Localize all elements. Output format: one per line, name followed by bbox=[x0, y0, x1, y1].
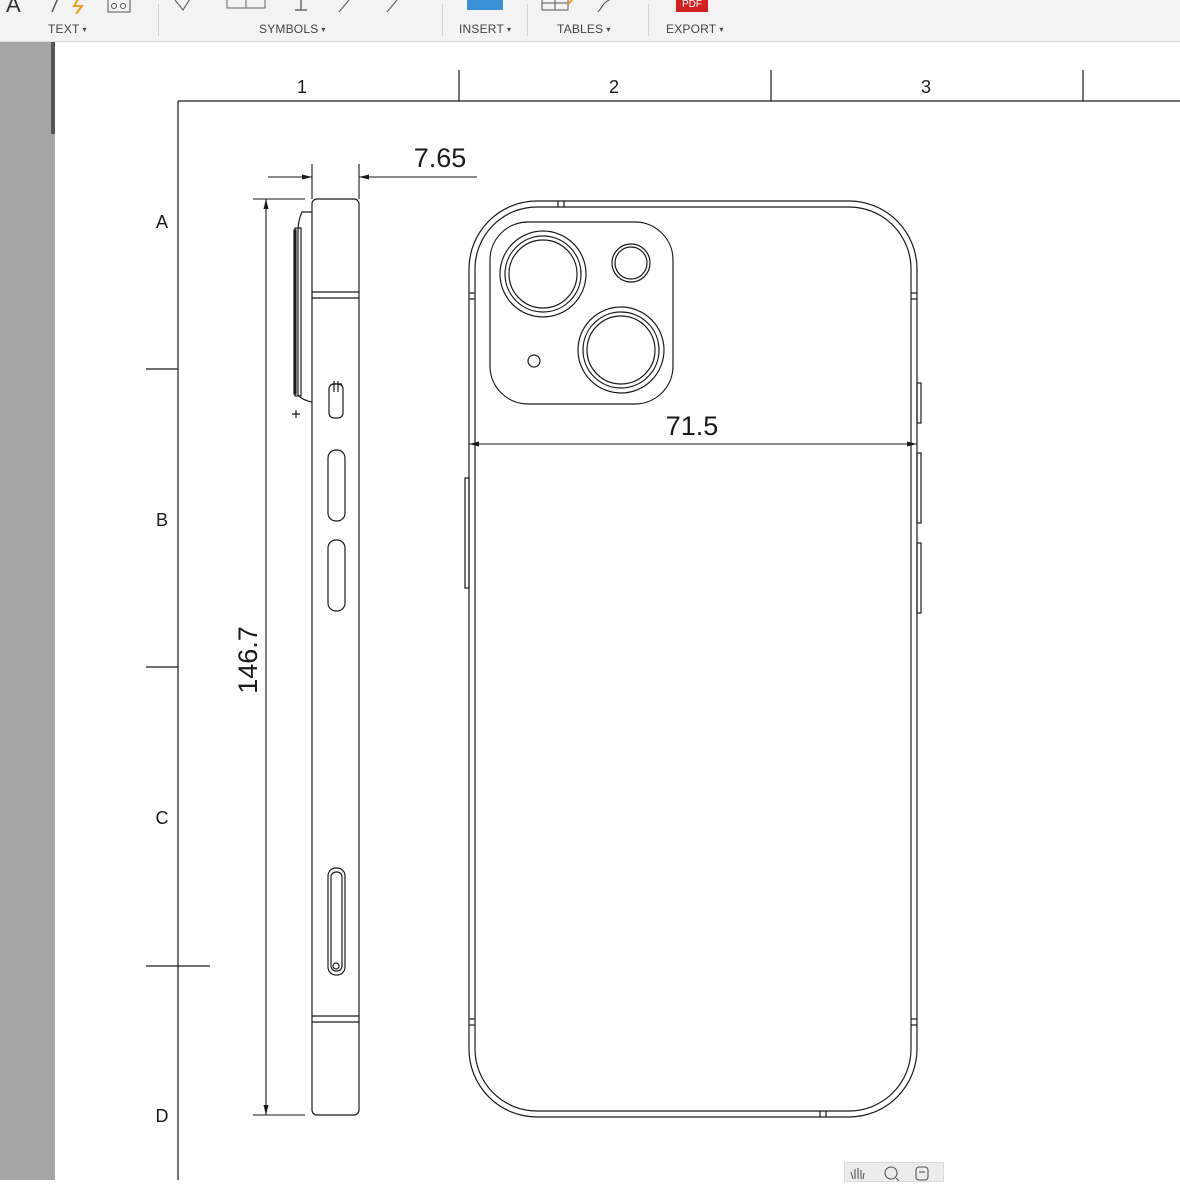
phone-rear-view[interactable] bbox=[464, 200, 922, 1118]
row-label-d: D bbox=[156, 1106, 169, 1126]
column-label-1: 1 bbox=[297, 77, 307, 97]
row-label-b: B bbox=[156, 510, 168, 530]
thickness-dimension-value: 7.65 bbox=[414, 143, 467, 173]
column-label-2: 2 bbox=[609, 77, 619, 97]
row-label-c: C bbox=[156, 808, 169, 828]
column-label-3: 3 bbox=[921, 77, 931, 97]
orbit-icon[interactable] bbox=[915, 1166, 929, 1181]
zoom-icon[interactable] bbox=[884, 1166, 900, 1182]
row-label-a: A bbox=[156, 212, 168, 232]
width-dimension-value: 71.5 bbox=[666, 411, 719, 441]
height-dimension-value: 146.7 bbox=[233, 626, 263, 694]
navigation-toolbar bbox=[844, 1162, 944, 1182]
pan-icon[interactable] bbox=[850, 1168, 865, 1180]
drawing-canvas[interactable]: 1 2 3 A B C D 7.65 146.7 71.5 bbox=[0, 0, 1180, 1180]
phone-side-view[interactable] bbox=[292, 198, 360, 1116]
